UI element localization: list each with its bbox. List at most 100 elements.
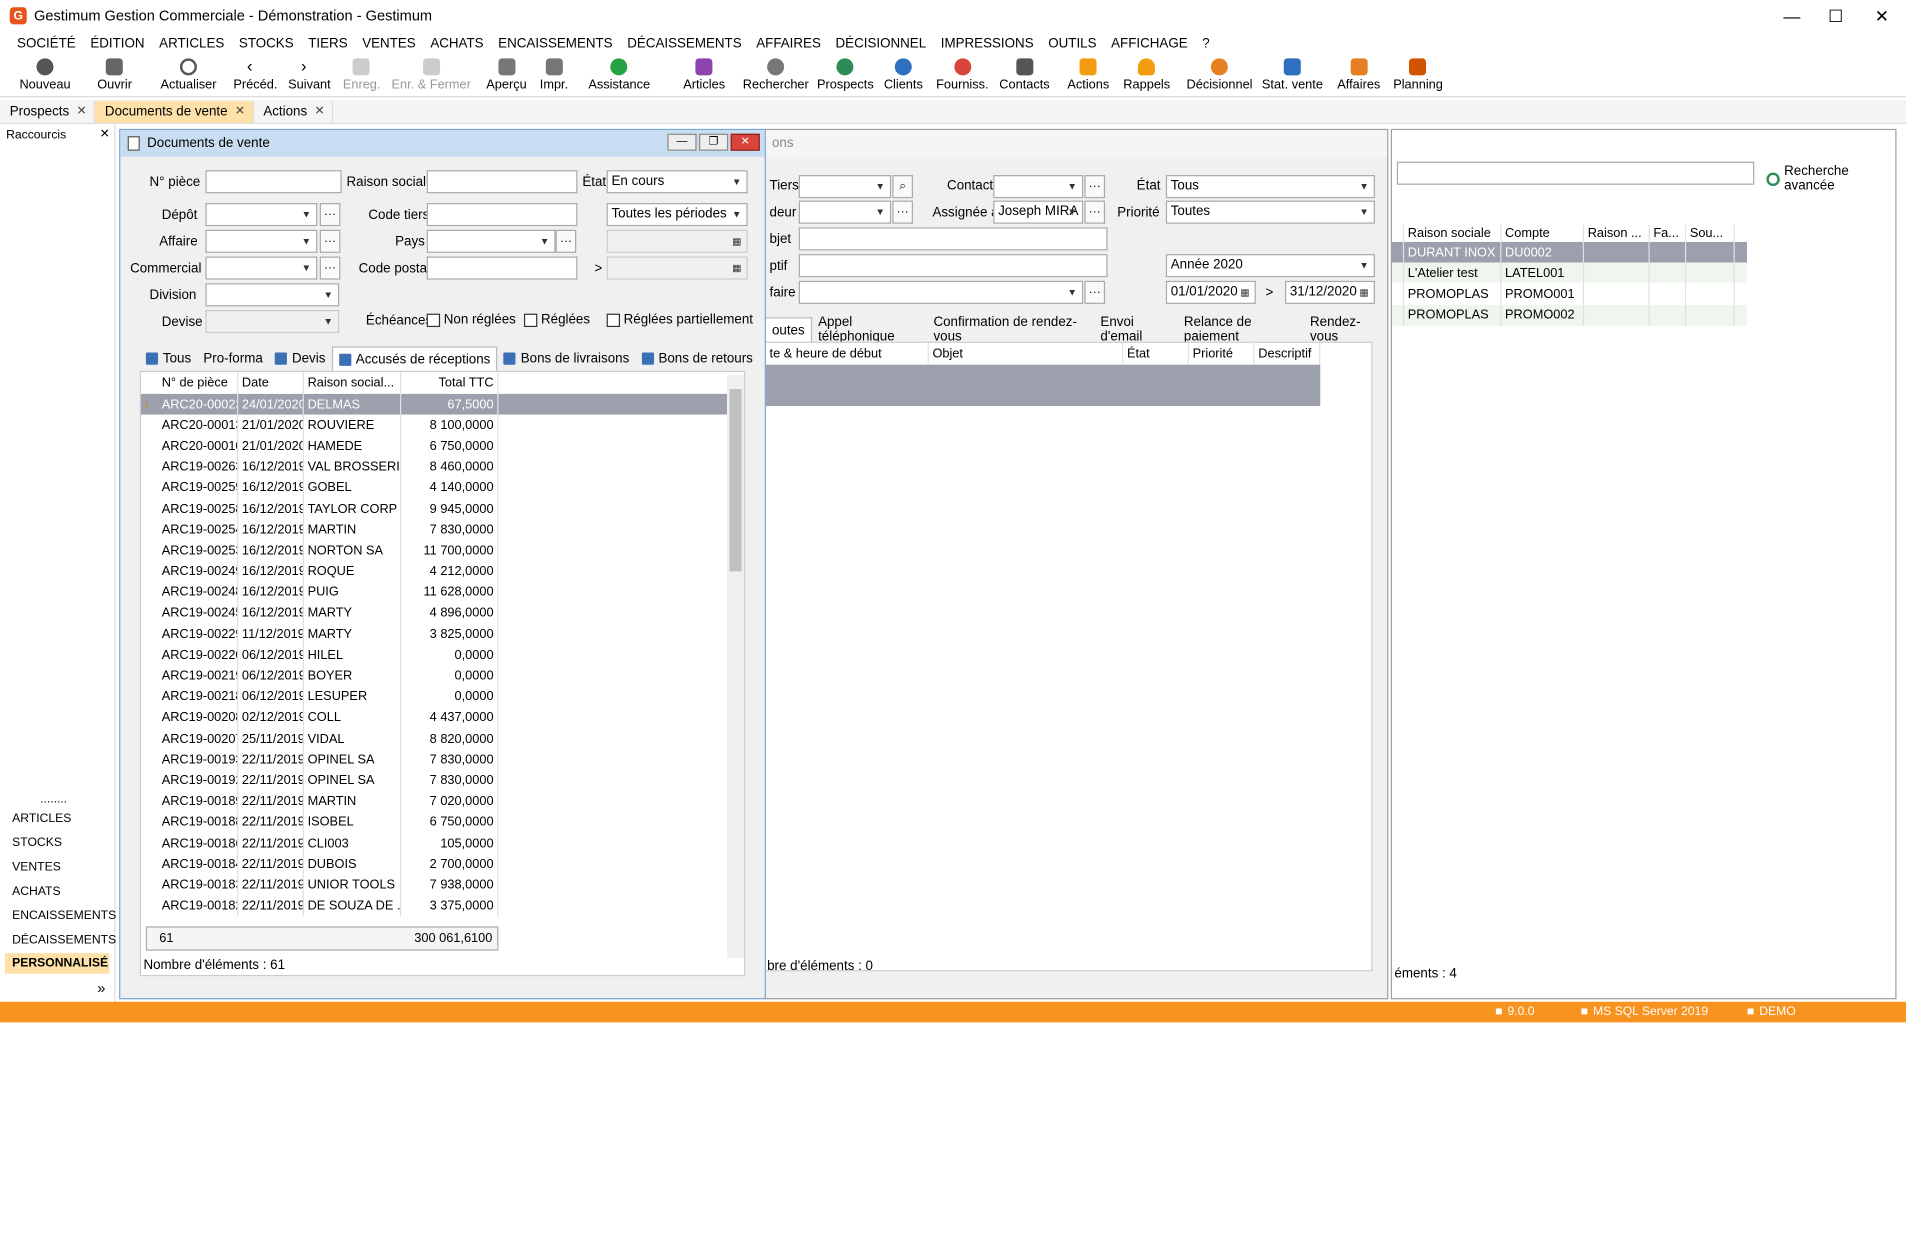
commercial-select[interactable]: ▼ xyxy=(205,256,318,280)
sidebar-item-stocks[interactable]: STOCKS xyxy=(12,836,62,849)
reminders-button[interactable]: Rappels xyxy=(1123,58,1170,92)
vendeur-more-button[interactable]: ··· xyxy=(892,200,913,224)
table-row[interactable]: L'Atelier test LATEL001 xyxy=(1391,262,1747,284)
pays-select[interactable]: ▼ xyxy=(426,229,556,253)
table-row[interactable]: PROMOPLAS PROMO002 xyxy=(1391,304,1747,326)
menu-societe[interactable]: SOCIÉTÉ xyxy=(17,36,76,51)
actions-vendeur-input[interactable]: ▼ xyxy=(798,200,892,224)
sidebar-item-ventes[interactable]: VENTES xyxy=(12,861,61,874)
sidebar-item-encaissements[interactable]: ENCAISSEMENTS xyxy=(12,909,116,922)
menu-impressions[interactable]: IMPRESSIONS xyxy=(941,36,1034,51)
commercial-more-button[interactable]: ··· xyxy=(319,256,341,280)
col-descriptif[interactable]: Descriptif xyxy=(1255,342,1321,365)
new-button[interactable]: Nouveau xyxy=(19,58,71,92)
sidebar-item-decaissements[interactable]: DÉCAISSEMENTS xyxy=(12,934,116,947)
save-close-button[interactable]: Enr. & Fermer xyxy=(391,58,471,92)
table-row[interactable]: ARC19-00183 22/11/2019 UNIOR TOOLS 7 938,00… xyxy=(141,874,744,896)
table-row[interactable]: ARC19-00253 16/12/2019 NORTON SA 11 700,000… xyxy=(141,540,744,562)
prospects-button[interactable]: Prospects xyxy=(817,58,874,92)
table-row[interactable]: ARC19-00258 16/12/2019 TAYLOR CORP 9 945,00… xyxy=(141,498,744,520)
date-to-input[interactable]: 31/12/2020 ▦ xyxy=(1284,280,1375,304)
actions-priorite-select[interactable]: Toutes ▼ xyxy=(1165,200,1375,224)
col-objet[interactable]: Objet xyxy=(929,342,1124,365)
table-row[interactable]: PROMOPLAS PROMO001 xyxy=(1391,283,1747,305)
previous-button[interactable]: ‹ Précéd. xyxy=(233,57,277,92)
table-row[interactable]: ARC19-00208 02/12/2019 COLL 4 437,0000 xyxy=(141,707,744,729)
etat-select[interactable]: En cours ▼ xyxy=(606,170,748,194)
tab-rendez-vous[interactable]: Rendez-vous xyxy=(1304,315,1387,344)
menu-affichage[interactable]: AFFICHAGE xyxy=(1111,36,1188,51)
minimize-icon[interactable]: — xyxy=(667,133,697,151)
close-tab-icon[interactable]: ✕ xyxy=(76,105,86,118)
reglees-checkbox[interactable]: Réglées xyxy=(523,312,590,327)
table-row[interactable]: ARC19-00218 06/12/2019 LESUPER 0,0000 xyxy=(141,686,744,708)
tab-accuses-receptions[interactable]: Accusés de réceptions xyxy=(331,346,498,371)
planning-button[interactable]: Planning xyxy=(1393,58,1443,92)
table-row[interactable]: ARC19-00249 16/12/2019 ROQUE 4 212,0000 xyxy=(141,561,744,582)
actions-tiers-input[interactable]: ▼ xyxy=(798,175,892,199)
sidebar-splitter[interactable]: ........ xyxy=(40,793,67,806)
division-select[interactable]: ▼ xyxy=(205,283,340,307)
suppliers-button[interactable]: Fourniss. xyxy=(936,58,989,92)
table-row[interactable]: ARC19-00263 16/12/2019 VAL BROSSERIE 8 460,… xyxy=(141,456,744,478)
tab-email[interactable]: Envoi d'email xyxy=(1094,315,1177,344)
code-postal-input[interactable] xyxy=(426,256,578,280)
clients-button[interactable]: Clients xyxy=(884,58,923,92)
col-raison-sociale[interactable]: Raison social... xyxy=(304,372,402,394)
minimize-button[interactable]: — xyxy=(1768,0,1817,32)
menu-decisionnel[interactable]: DÉCISIONNEL xyxy=(835,36,926,51)
table-row[interactable]: ARC19-00182 22/11/2019 DE SOUZA DE ... 3 37… xyxy=(141,895,744,917)
table-row[interactable]: ARC19-00207 25/11/2019 VIDAL 8 820,0000 xyxy=(141,728,744,750)
sidebar-item-personnalise[interactable]: PERSONNALISÉ xyxy=(4,953,110,974)
tab-bons-livraisons[interactable]: Bons de livraisons xyxy=(498,346,636,370)
table-row[interactable]: ARC19-00189 22/11/2019 MARTIN 7 020,0000 xyxy=(141,790,744,812)
date-from-input[interactable]: 01/01/2020 ▦ xyxy=(1165,280,1256,304)
menu-encaissements[interactable]: ENCAISSEMENTS xyxy=(498,36,612,51)
preview-button[interactable]: Aperçu xyxy=(486,58,527,92)
print-button[interactable]: Impr. xyxy=(540,58,568,92)
col-date-debut[interactable]: te & heure de début xyxy=(766,342,929,365)
menu-achats[interactable]: ACHATS xyxy=(430,36,483,51)
table-row[interactable]: ARC20-00013 21/01/2020 ROUVIERE 8 100,0000 xyxy=(141,414,744,436)
menu-help[interactable]: ? xyxy=(1202,36,1209,51)
sales-stats-button[interactable]: Stat. vente xyxy=(1262,58,1323,92)
col-raison[interactable]: Raison ... xyxy=(1584,224,1650,242)
table-row[interactable]: ARC19-00193 22/11/2019 OPINEL SA 7 830,0000 xyxy=(141,749,744,770)
actions-affaire-input[interactable]: ▼ xyxy=(798,280,1084,304)
save-button[interactable]: Enreg. xyxy=(343,58,380,92)
table-row[interactable]: ARC19-00248 16/12/2019 PUIG 11 628,0000 xyxy=(141,581,744,603)
affaire-more-button[interactable]: ··· xyxy=(1084,280,1106,304)
affaire-select[interactable]: ▼ xyxy=(205,229,318,253)
table-row[interactable]: ARC19-00186 22/11/2019 CLI003 105,0000 xyxy=(141,832,744,854)
menu-ventes[interactable]: VENTES xyxy=(362,36,416,51)
advanced-search-button[interactable]: Recherche avancée xyxy=(1766,164,1895,193)
depot-more-button[interactable]: ··· xyxy=(319,203,341,227)
table-row[interactable]: ARC19-00229 11/12/2019 MARTY 3 825,0000 xyxy=(141,623,744,645)
devise-select[interactable]: ▼ xyxy=(205,310,340,334)
menu-decaissements[interactable]: DÉCAISSEMENTS xyxy=(627,36,741,51)
menu-edition[interactable]: ÉDITION xyxy=(90,36,144,51)
table-row[interactable]: ARC19-00254 16/12/2019 MARTIN 7 830,0000 xyxy=(141,519,744,541)
table-row[interactable]: ARC20-00010 21/01/2020 HAMEDE 6 750,0000 xyxy=(141,435,744,457)
tab-actions[interactable]: Actions ✕ xyxy=(254,100,334,123)
next-button[interactable]: › Suivant xyxy=(288,57,331,92)
sidebar-more-icon[interactable]: » xyxy=(97,980,105,997)
col-compte[interactable]: Compte xyxy=(1501,224,1585,242)
sidebar-item-articles[interactable]: ARTICLES xyxy=(12,812,71,825)
table-row[interactable]: DURANT INOX ... DU0002 xyxy=(1391,241,1747,263)
table-row[interactable]: ARC19-00192 22/11/2019 OPINEL SA 7 830,0000 xyxy=(141,769,744,791)
affaire-more-button[interactable]: ··· xyxy=(319,229,341,253)
col-priorite[interactable]: Priorité xyxy=(1189,342,1255,365)
scrollbar-thumb[interactable] xyxy=(729,389,742,572)
table-row[interactable]: ARC19-00245 16/12/2019 MARTY 4 896,0000 xyxy=(141,602,744,624)
menu-affaires[interactable]: AFFAIRES xyxy=(756,36,821,51)
col-famille[interactable]: Fa... xyxy=(1650,224,1687,242)
menu-stocks[interactable]: STOCKS xyxy=(239,36,294,51)
actions-etat-select[interactable]: Tous ▼ xyxy=(1165,175,1375,199)
table-row[interactable]: ARC19-00219 06/12/2019 BOYER 0,0000 xyxy=(141,665,744,687)
close-window-icon[interactable]: ✕ xyxy=(730,133,760,151)
assignee-more-button[interactable]: ··· xyxy=(1084,200,1106,224)
reglees-partiellement-checkbox[interactable]: Réglées partiellement xyxy=(606,312,753,327)
menu-articles[interactable]: ARTICLES xyxy=(159,36,224,51)
close-sidebar-icon[interactable]: ✕ xyxy=(100,128,110,141)
